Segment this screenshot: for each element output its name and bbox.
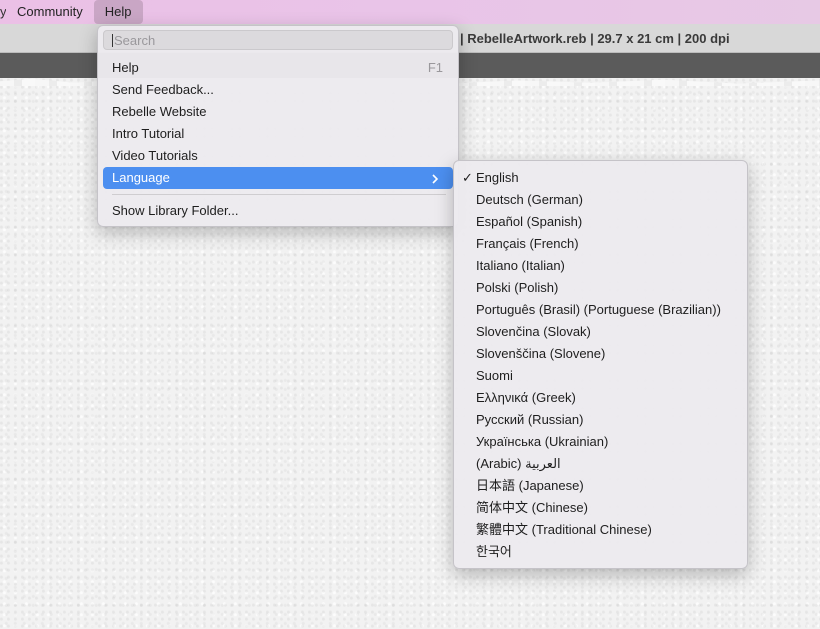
language-label: Русский (Russian): [476, 412, 584, 427]
language-item-german[interactable]: Deutsch (German): [459, 189, 743, 211]
language-label: Français (French): [476, 236, 579, 251]
search-placeholder: Search: [114, 33, 156, 48]
menu-item-send-feedback[interactable]: Send Feedback...: [103, 79, 453, 101]
menu-item-label: Language: [112, 170, 170, 185]
language-label: Português (Brasil) (Portuguese (Brazilia…: [476, 302, 721, 317]
menu-item-label: Rebelle Website: [112, 104, 207, 119]
language-item-arabic[interactable]: (Arabic) العربية: [459, 453, 743, 475]
window-title: | RebelleArtwork.reb | 29.7 x 21 cm | 20…: [460, 31, 730, 46]
language-item-korean[interactable]: 한국어: [459, 541, 743, 563]
menu-separator: [112, 194, 446, 195]
language-label: Polski (Polish): [476, 280, 559, 295]
checkmark-icon: ✓: [462, 170, 473, 185]
language-label: 繁體中文 (Traditional Chinese): [476, 522, 652, 537]
menu-item-label: Video Tutorials: [112, 148, 198, 163]
menu-item-intro-tutorial[interactable]: Intro Tutorial: [103, 123, 453, 145]
help-menu: Search Help F1 Send Feedback... Rebelle …: [97, 25, 459, 227]
language-item-italian[interactable]: Italiano (Italian): [459, 255, 743, 277]
language-item-english[interactable]: ✓ English: [459, 167, 743, 189]
menubar-help[interactable]: Help: [93, 0, 143, 24]
language-item-french[interactable]: Français (French): [459, 233, 743, 255]
language-item-portuguese-brazilian[interactable]: Português (Brasil) (Portuguese (Brazilia…: [459, 299, 743, 321]
language-item-slovak[interactable]: Slovenčina (Slovak): [459, 321, 743, 343]
language-item-chinese[interactable]: 简体中文 (Chinese): [459, 497, 743, 519]
language-submenu: ✓ English Deutsch (German) Español (Span…: [453, 160, 748, 569]
language-label: Slovenčina (Slovak): [476, 324, 591, 339]
language-label: Suomi: [476, 368, 513, 383]
language-label: 한국어: [476, 544, 512, 559]
menu-item-language[interactable]: Language: [103, 167, 453, 189]
menu-item-show-library-folder[interactable]: Show Library Folder...: [103, 200, 453, 222]
shortcut-label: F1: [427, 60, 443, 75]
menu-item-label: Send Feedback...: [112, 82, 214, 97]
language-label: Deutsch (German): [476, 192, 583, 207]
menu-item-rebelle-website[interactable]: Rebelle Website: [103, 101, 453, 123]
language-item-japanese[interactable]: 日本語 (Japanese): [459, 475, 743, 497]
language-item-ukrainian[interactable]: Українська (Ukrainian): [459, 431, 743, 453]
menubar-community[interactable]: Community: [6, 0, 94, 24]
menu-item-help[interactable]: Help F1: [103, 57, 453, 79]
language-item-russian[interactable]: Русский (Russian): [459, 409, 743, 431]
language-item-polish[interactable]: Polski (Polish): [459, 277, 743, 299]
language-label: 日本語 (Japanese): [476, 478, 584, 493]
language-item-traditional-chinese[interactable]: 繁體中文 (Traditional Chinese): [459, 519, 743, 541]
menu-search-field[interactable]: Search: [103, 30, 453, 50]
language-label: (Arabic) العربية: [476, 456, 561, 471]
menu-item-label: Intro Tutorial: [112, 126, 185, 141]
language-item-greek[interactable]: Ελληνικά (Greek): [459, 387, 743, 409]
text-cursor: [112, 34, 113, 47]
language-label: Slovenščina (Slovene): [476, 346, 606, 361]
menu-item-video-tutorials[interactable]: Video Tutorials: [103, 145, 453, 167]
menu-item-label: Help: [112, 60, 139, 75]
menu-bar: y Community Help: [0, 0, 820, 24]
language-label: Italiano (Italian): [476, 258, 565, 273]
language-label: Español (Spanish): [476, 214, 583, 229]
language-label: 简体中文 (Chinese): [476, 500, 588, 515]
language-label: Українська (Ukrainian): [476, 434, 609, 449]
language-item-spanish[interactable]: Español (Spanish): [459, 211, 743, 233]
language-item-slovene[interactable]: Slovenščina (Slovene): [459, 343, 743, 365]
language-item-finnish[interactable]: Suomi: [459, 365, 743, 387]
language-label: English: [476, 170, 519, 185]
menu-item-label: Show Library Folder...: [112, 203, 239, 218]
language-label: Ελληνικά (Greek): [476, 390, 576, 405]
chevron-right-icon: [431, 167, 439, 189]
